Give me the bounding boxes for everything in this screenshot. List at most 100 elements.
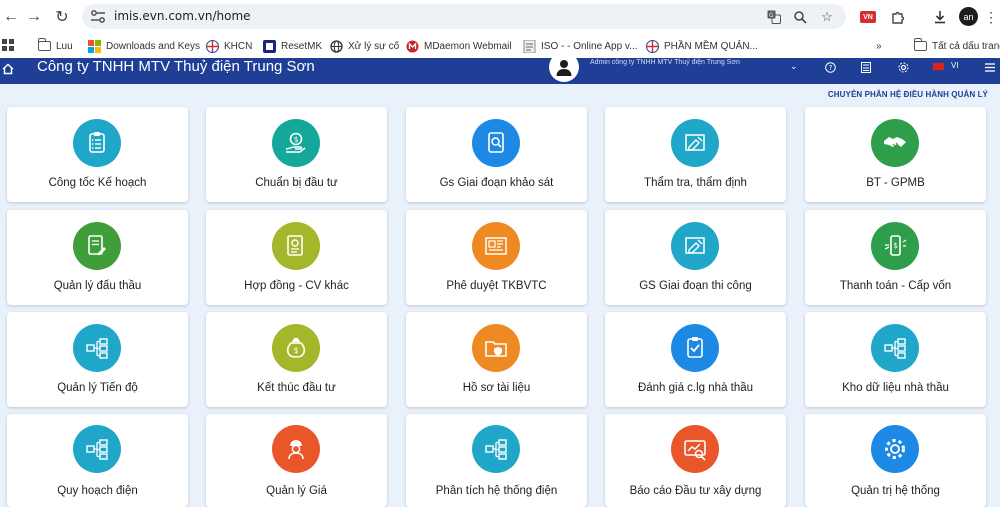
module-label: GS Giai đoạn thi công [639, 280, 752, 292]
handshake-icon [871, 119, 919, 167]
bookmarks-bar: Luu Downloads and Keys KHCN ResetMK Xử l… [0, 33, 1000, 58]
subsystem-title[interactable]: CHUYÊN PHÂN HỆ ĐIỀU HÀNH QUẢN LÝ [828, 90, 988, 99]
module-label: Quản trị hệ thống [851, 485, 940, 497]
company-name: Công ty TNHH MTV Thuỷ điện Trung Sơn [37, 58, 315, 75]
bookmark-item[interactable]: Luu [37, 38, 73, 54]
settings-icon[interactable] [896, 60, 910, 74]
browser-toolbar: ← → ↻ imis.evn.com.vn/home G ☆ VN an ⋮ [0, 0, 1000, 33]
money-hand-icon: $ [272, 119, 320, 167]
zoom-icon[interactable] [791, 8, 809, 26]
module-card[interactable]: Phân tích hệ thống điện [406, 414, 587, 507]
module-card[interactable]: GS Giai đoạn thi công [605, 210, 786, 305]
bookmarks-overflow-icon[interactable]: » [876, 38, 882, 54]
evn-logo-icon [646, 39, 659, 53]
module-card[interactable]: Quản lý Tiến độ [7, 312, 188, 407]
language-label[interactable]: VI [951, 61, 959, 70]
app-header: Công ty TNHH MTV Thuỷ điện Trung Sơn Adm… [0, 58, 1000, 84]
menu-icon[interactable] [983, 60, 997, 74]
extension-icon[interactable]: VN [857, 6, 879, 28]
translate-icon[interactable]: G [765, 8, 783, 26]
module-label: Thanh toán - Cấp vốn [839, 280, 952, 292]
iso-icon [523, 39, 536, 53]
bookmark-star-icon[interactable]: ☆ [818, 8, 836, 26]
user-icon [556, 60, 572, 76]
module-card[interactable]: Quản trị hệ thống [805, 414, 986, 507]
module-card[interactable]: Phê duyệt TKBVTC [406, 210, 587, 305]
reset-icon [263, 39, 276, 53]
contract-icon [272, 222, 320, 270]
module-card[interactable]: $ Thanh toán - Cấp vốn [805, 210, 986, 305]
module-card[interactable]: Hồ sơ tài liệu [406, 312, 587, 407]
module-card[interactable]: Quản lý Giá [206, 414, 387, 507]
reload-icon[interactable]: ↻ [51, 6, 73, 28]
module-label: Quản lý đấu thầu [53, 280, 142, 292]
home-icon[interactable] [2, 63, 16, 77]
folder-shield-icon [472, 324, 520, 372]
address-bar[interactable]: imis.evn.com.vn/home G ☆ [82, 4, 846, 29]
module-card[interactable]: Thẩm tra, thẩm định [605, 107, 786, 202]
mdaemon-icon [406, 40, 419, 52]
clipboard-checklist-icon [73, 119, 121, 167]
bookmark-item[interactable]: ResetMK [263, 38, 322, 54]
back-arrow-icon[interactable]: ← [0, 6, 22, 28]
module-card[interactable]: Quản lý đấu thầu [7, 210, 188, 305]
flowchart-icon [472, 425, 520, 473]
module-card[interactable]: $ Chuẩn bị đầu tư [206, 107, 387, 202]
vietnam-flag-icon[interactable] [933, 63, 944, 70]
bookmark-label: PHẦN MỀM QUẢN... [664, 40, 758, 52]
windows-logo-icon [88, 39, 101, 53]
module-card[interactable]: Gs Giai đoạn khảo sát [406, 107, 587, 202]
module-label: Kết thúc đầu tư [257, 382, 336, 394]
module-card[interactable]: $ Kết thúc đầu tư [206, 312, 387, 407]
help-icon[interactable]: ? [823, 60, 837, 74]
more-menu-icon[interactable]: ⋮ [980, 6, 1000, 28]
flowchart-icon [73, 324, 121, 372]
module-label: Thẩm tra, thẩm định [644, 177, 747, 189]
module-card[interactable]: Báo cáo Đầu tư xây dựng [605, 414, 786, 507]
bookmark-label: ResetMK [281, 40, 323, 52]
module-card[interactable]: Kho dữ liệu nhà thầu [805, 312, 986, 407]
chevron-down-icon[interactable]: ⌄ [790, 61, 798, 72]
download-icon[interactable] [929, 6, 951, 28]
module-card[interactable]: Công tốc Kế hoạch [7, 107, 188, 202]
gear-icon [871, 425, 919, 473]
magnifier-document-icon [472, 119, 520, 167]
user-name[interactable]: Admin công ty TNHH MTV Thuỷ điện Trung S… [590, 58, 785, 67]
forward-arrow-icon[interactable]: → [23, 6, 45, 28]
all-bookmarks-item[interactable]: Tất cả dấu trang [913, 38, 1000, 54]
bookmark-label: Xử lý sự cố [348, 40, 400, 52]
extensions-puzzle-icon[interactable] [887, 6, 909, 28]
profile-avatar[interactable]: an [959, 7, 978, 26]
folder-icon [913, 38, 927, 51]
bookmark-item[interactable]: PHẦN MỀM QUẢN... [646, 38, 758, 54]
bookmark-label: ISO - - Online App v... [541, 40, 638, 52]
site-settings-icon[interactable] [90, 9, 106, 24]
mobile-payment-icon: $ [871, 222, 919, 270]
module-label: Chuẩn bị đầu tư [255, 177, 338, 189]
bookmark-label: MDaemon Webmail [424, 40, 512, 52]
calculator-icon[interactable] [859, 60, 873, 74]
bookmark-item[interactable]: KHCN [206, 38, 252, 54]
url-text[interactable]: imis.evn.com.vn/home [114, 9, 251, 23]
report-chart-icon [671, 425, 719, 473]
money-bag-icon: $ [272, 324, 320, 372]
module-label: Quản lý Giá [266, 485, 327, 497]
module-label: Quản lý Tiến độ [57, 382, 138, 394]
bookmark-item[interactable]: Xử lý sự cố [330, 38, 399, 54]
svg-text:G: G [769, 12, 774, 19]
apps-grid-icon[interactable] [2, 39, 14, 51]
module-card[interactable]: Quy hoạch điện [7, 414, 188, 507]
module-label: Đánh giá c.lg nhà thầu [637, 382, 754, 394]
bookmark-label: Luu [56, 40, 73, 52]
bookmark-item[interactable]: MDaemon Webmail [406, 38, 512, 54]
module-card[interactable]: BT - GPMB [805, 107, 986, 202]
document-pen-icon [73, 222, 121, 270]
user-avatar[interactable] [549, 58, 579, 82]
bookmark-label: Downloads and Keys [106, 40, 200, 52]
clipboard-check-icon [671, 324, 719, 372]
module-card[interactable]: Đánh giá c.lg nhà thầu [605, 312, 786, 407]
bookmark-item[interactable]: Downloads and Keys [88, 38, 200, 54]
module-label: Kho dữ liệu nhà thầu [842, 382, 949, 394]
bookmark-item[interactable]: ISO - - Online App v... [523, 38, 638, 54]
module-card[interactable]: Hợp đồng - CV khác [206, 210, 387, 305]
